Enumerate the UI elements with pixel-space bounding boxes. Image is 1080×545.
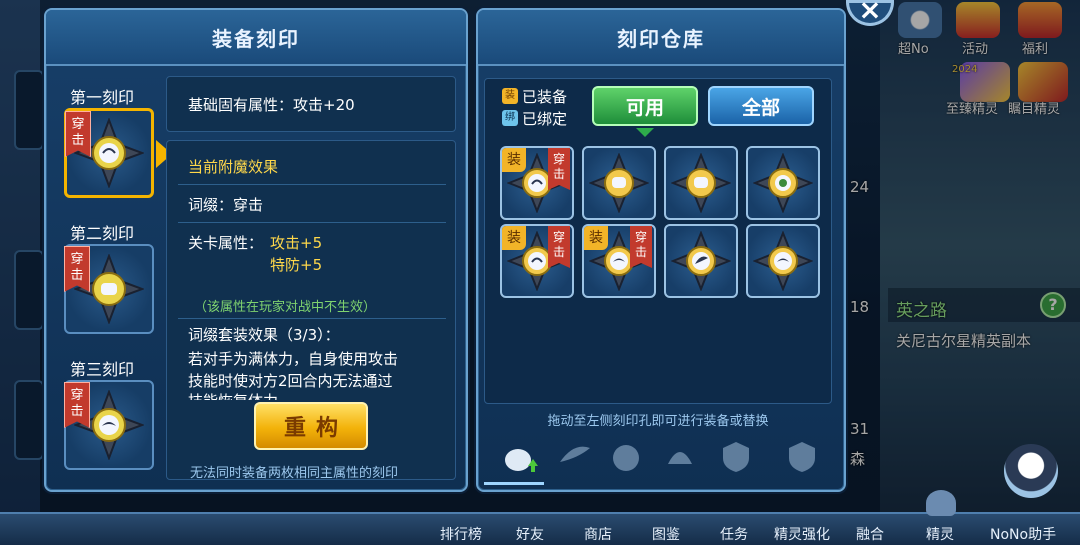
- slot-label-2: 第二刻印: [70, 224, 135, 243]
- category-tab-crest[interactable]: [782, 436, 822, 476]
- feather-icon: [560, 446, 590, 462]
- stage-attr-label: 关卡属性：: [188, 234, 264, 252]
- category-tab-bird[interactable]: [660, 436, 700, 476]
- shuriken-icon: [753, 153, 813, 213]
- active-filter-pointer: [636, 128, 654, 137]
- sword-icon: [505, 449, 538, 472]
- spirit-icon: [926, 490, 956, 516]
- imprint-cell[interactable]: [746, 146, 820, 220]
- nav-nono-assistant[interactable]: NoNo助手: [990, 524, 1056, 544]
- drag-hint: 拖动至左侧刻印孔即可进行装备或替换: [547, 414, 769, 429]
- divider: [178, 184, 446, 185]
- stage-attr-1: 攻击+5: [270, 234, 323, 252]
- nav-spirit[interactable]: 精灵: [926, 524, 954, 544]
- nav-codex[interactable]: 图鉴: [652, 524, 680, 544]
- set-effect-clip: 技能恢复体力: [188, 390, 448, 400]
- pierce-tag: 穿击: [548, 226, 570, 268]
- nav-shop[interactable]: 商店: [584, 524, 612, 544]
- pierce-tag: 穿击: [64, 246, 90, 292]
- nav-fusion[interactable]: 融合: [856, 524, 884, 544]
- set-effect-line: 技能恢复体力: [188, 390, 278, 400]
- shuriken-icon: [671, 231, 731, 291]
- footer-note: 无法同时装备两枚相同主属性的刻印: [190, 466, 399, 481]
- category-tab-feather[interactable]: [554, 436, 594, 476]
- nav-tasks[interactable]: 任务: [720, 524, 748, 544]
- pvp-note: （该属性在玩家对战中不生效）: [194, 300, 377, 315]
- stage-attr-2: 特防+5: [270, 256, 323, 274]
- base-attr-text: 基础固有属性：攻击+20: [188, 96, 355, 114]
- imprint-cell[interactable]: 装穿击: [582, 224, 656, 298]
- filter-all-button[interactable]: 全部: [708, 86, 814, 126]
- slot-label-3: 第三刻印: [70, 360, 135, 379]
- nav-spirit-upgrade[interactable]: 精灵强化: [774, 524, 830, 544]
- imprint-cell[interactable]: [664, 146, 738, 220]
- shuriken-icon: [753, 231, 813, 291]
- imprint-slot-3[interactable]: 穿击: [64, 380, 154, 470]
- imprint-cell[interactable]: [664, 224, 738, 298]
- current-enchant-title: 当前附魔效果: [188, 158, 279, 176]
- shuriken-icon: [589, 153, 649, 213]
- divider: [178, 222, 446, 223]
- equip-panel-title: 装备刻印: [46, 10, 466, 66]
- imprint-slot-2[interactable]: 穿击: [64, 244, 154, 334]
- active-tab-underline: [484, 482, 544, 485]
- divider: [178, 318, 446, 319]
- shield-crest-icon: [789, 442, 815, 472]
- equipped-badge: 装: [502, 88, 518, 104]
- imprint-slot-1[interactable]: 穿击: [64, 108, 154, 198]
- pierce-tag: 穿击: [65, 111, 91, 157]
- legend-equipped: 已装备: [522, 88, 568, 106]
- equipped-tag: 装: [502, 148, 526, 172]
- set-effect-title: 词缀套装效果（3/3）：: [188, 326, 340, 344]
- imprint-cell[interactable]: 装穿击: [500, 224, 574, 298]
- imprint-cell[interactable]: 装穿击: [500, 146, 574, 220]
- equipped-tag: 装: [502, 226, 526, 250]
- nav-friends[interactable]: 好友: [516, 524, 544, 544]
- slot-label-1: 第一刻印: [70, 88, 135, 107]
- orb-icon: [613, 445, 639, 471]
- shield-crest-icon: [723, 442, 749, 472]
- category-tab-crest[interactable]: [716, 436, 756, 476]
- equipped-tag: 装: [584, 226, 608, 250]
- nono-assistant-icon[interactable]: [1004, 444, 1058, 498]
- category-tab-sword[interactable]: [500, 436, 540, 476]
- bound-badge: 绑: [502, 110, 518, 126]
- close-icon: ×: [858, 0, 882, 26]
- pierce-tag: 穿击: [548, 148, 570, 190]
- rebuild-button[interactable]: 重构: [254, 402, 368, 450]
- warehouse-panel-title: 刻印仓库: [478, 10, 844, 66]
- pierce-tag: 穿击: [630, 226, 652, 268]
- filter-available-button[interactable]: 可用: [592, 86, 698, 126]
- pierce-tag: 穿击: [64, 382, 90, 428]
- category-tab-orb[interactable]: [606, 436, 646, 476]
- legend-bound: 已绑定: [522, 110, 568, 128]
- imprint-cell[interactable]: [582, 146, 656, 220]
- set-effect-line: 若对手为满体力，自身使用攻击: [188, 350, 399, 368]
- nav-leaderboard[interactable]: 排行榜: [440, 524, 482, 544]
- shuriken-icon: [671, 153, 731, 213]
- imprint-cell[interactable]: [746, 224, 820, 298]
- bird-icon: [668, 452, 692, 464]
- affix-text: 词缀：穿击: [188, 196, 264, 214]
- set-effect-line: 技能时使对方2回合内无法通过: [188, 372, 393, 390]
